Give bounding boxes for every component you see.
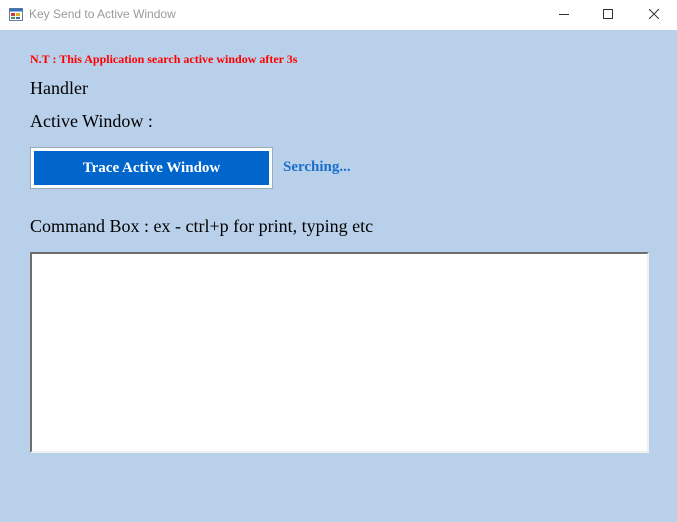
app-window-icon <box>9 8 23 21</box>
command-box-label: Command Box : ex - ctrl+p for print, typ… <box>30 216 374 236</box>
maximize-icon <box>603 6 613 24</box>
status-text: Serching... <box>283 159 351 175</box>
close-icon <box>648 6 660 24</box>
minimize-button[interactable] <box>541 0 587 30</box>
close-button[interactable] <box>631 0 677 30</box>
window-title: Key Send to Active Window <box>29 7 176 21</box>
app-window: Key Send to Active Window N.T: This App… <box>0 0 677 522</box>
command-box-input[interactable] <box>30 252 649 453</box>
maximize-button[interactable] <box>585 0 631 30</box>
title-bar[interactable]: Key Send to Active Window <box>0 0 677 30</box>
note-text: N.T : This Application search active win… <box>30 52 298 66</box>
client-area: N.T : This Application search active win… <box>0 30 677 522</box>
active-window-label: Active Window : <box>30 111 153 131</box>
trace-active-window-button[interactable]: Trace Active Window <box>30 147 273 189</box>
minimize-icon <box>559 6 569 24</box>
handler-label: Handler <box>30 78 88 98</box>
